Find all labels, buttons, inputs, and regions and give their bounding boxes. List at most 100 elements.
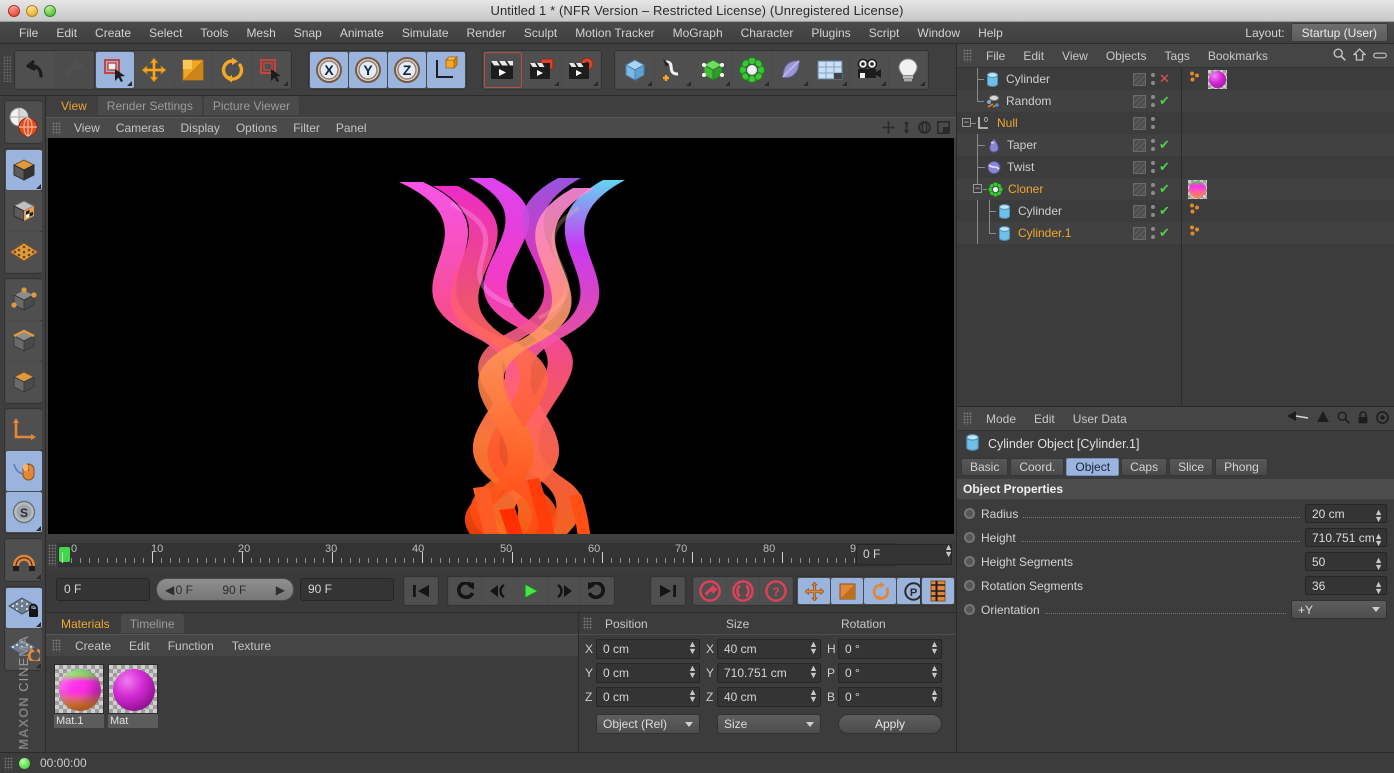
visibility-dots[interactable] [1150, 205, 1155, 217]
menu-item-motion-tracker[interactable]: Motion Tracker [566, 22, 663, 44]
viewport-menu-filter[interactable]: Filter [285, 121, 328, 135]
object-manager-grip[interactable] [963, 49, 972, 62]
tab-materials[interactable]: Materials [52, 614, 119, 633]
layout-selector[interactable]: Layout: Startup (User) [1245, 23, 1388, 42]
generator-icon[interactable] [694, 52, 732, 88]
status-grip[interactable] [4, 756, 13, 770]
menu-item-sculpt[interactable]: Sculpt [515, 22, 566, 44]
size-mode-dropdown[interactable]: Size [717, 714, 821, 734]
mograph-dots-tag[interactable] [1188, 224, 1204, 243]
visibility-dots[interactable] [1150, 73, 1155, 85]
enabled-marker[interactable]: ✔ [1159, 94, 1170, 107]
visibility-dots[interactable] [1150, 183, 1155, 195]
enabled-marker[interactable]: ✔ [1159, 138, 1170, 151]
material-gradient-tag[interactable] [1188, 179, 1207, 199]
home-icon[interactable] [1352, 48, 1367, 64]
minimize-button[interactable] [26, 5, 38, 17]
height-segments-spinner[interactable]: ▲ ▼ [1374, 556, 1383, 572]
apply-button[interactable]: Apply [838, 714, 942, 734]
edge-mode-icon[interactable] [6, 321, 42, 361]
live-selection-icon[interactable] [96, 52, 134, 88]
tab-picture-viewer[interactable]: Picture Viewer [203, 96, 300, 115]
attr-tab-coord[interactable]: Coord. [1010, 458, 1065, 476]
light-icon[interactable] [889, 52, 927, 88]
menu-item-simulate[interactable]: Simulate [393, 22, 458, 44]
object-label[interactable]: Null [997, 116, 1018, 130]
deformer-icon[interactable] [772, 52, 810, 88]
cylinder-object-icon[interactable] [998, 225, 1013, 241]
material-magenta-tag[interactable] [1208, 69, 1227, 89]
previous-key-icon[interactable] [449, 578, 481, 604]
om-menu-tags[interactable]: Tags [1156, 49, 1199, 63]
cylinder-object-icon[interactable] [998, 203, 1013, 219]
record-key-icon[interactable] [694, 578, 726, 604]
snap-s-icon[interactable]: S [6, 492, 42, 532]
menu-item-mesh[interactable]: Mesh [237, 22, 284, 44]
current-frame-spinner[interactable]: ▲ ▼ [944, 543, 953, 559]
null-object-icon[interactable]: 0 [977, 116, 992, 131]
menu-item-select[interactable]: Select [140, 22, 191, 44]
animate-toggle-icon[interactable] [964, 604, 975, 615]
3d-viewport[interactable] [48, 138, 954, 534]
scale-key-icon[interactable] [831, 578, 863, 604]
workplane-lock-icon[interactable] [6, 588, 42, 628]
rotation-segments-spinner[interactable]: ▲ ▼ [1374, 580, 1383, 596]
dolly-icon[interactable] [901, 121, 912, 137]
tab-render-settings[interactable]: Render Settings [97, 96, 202, 115]
toolbar-grip[interactable] [3, 56, 11, 82]
animate-toggle-icon[interactable] [964, 508, 975, 519]
position-y-field[interactable]: 0 cm [596, 663, 700, 683]
menu-item-mograph[interactable]: MoGraph [664, 22, 732, 44]
table-row[interactable]: Cylinder ✕ [957, 68, 1394, 90]
step-forward-icon[interactable] [548, 578, 580, 604]
viewport-menu-view[interactable]: View [66, 121, 108, 135]
forward-arrow-icon[interactable] [1316, 411, 1330, 427]
height-spinner[interactable]: ▲ ▼ [1374, 532, 1383, 548]
size-x-field[interactable]: 40 cm [717, 639, 821, 659]
timeline-grip[interactable] [48, 544, 56, 566]
material-item[interactable]: Mat.1 [54, 664, 104, 753]
position-z-field[interactable]: 0 cm [596, 687, 700, 707]
rotation-h-field[interactable]: 0 ° [838, 639, 942, 659]
orbit-icon[interactable] [918, 121, 931, 137]
visibility-dots[interactable] [1150, 139, 1155, 151]
enabled-marker[interactable]: ✔ [1159, 204, 1170, 217]
maximize-viewport-icon[interactable] [937, 121, 950, 137]
axis-mode-icon[interactable] [6, 410, 42, 450]
start-frame-field[interactable]: 0 F [56, 578, 150, 601]
preview-range-slider[interactable]: ◀ 0 F 90 F ▶ [156, 578, 294, 601]
menu-item-help[interactable]: Help [969, 22, 1012, 44]
object-label[interactable]: Random [1006, 94, 1051, 108]
rotation-p-spinner[interactable]: ▲ ▼ [930, 664, 954, 680]
materials-menu-function[interactable]: Function [159, 639, 223, 653]
materials-menu-edit[interactable]: Edit [120, 639, 159, 653]
x-axis-icon[interactable]: X [310, 52, 348, 88]
coordinates-grip[interactable] [583, 617, 592, 630]
menu-item-file[interactable]: File [10, 22, 47, 44]
tree-expander-minus[interactable]: − [962, 118, 971, 127]
visibility-editor-toggle[interactable] [1133, 204, 1146, 218]
timeline-ruler-icon[interactable] [922, 578, 954, 604]
undo-icon[interactable] [16, 52, 54, 88]
attr-tab-caps[interactable]: Caps [1121, 458, 1168, 476]
attribute-manager-grip[interactable] [963, 412, 972, 425]
lock-icon[interactable] [1357, 411, 1369, 427]
window-controls[interactable] [8, 5, 56, 17]
material-swatch[interactable] [54, 664, 104, 714]
size-z-field[interactable]: 40 cm [717, 687, 821, 707]
rotate-icon[interactable] [213, 52, 251, 88]
viewport-menu-cameras[interactable]: Cameras [108, 121, 173, 135]
play-icon[interactable] [515, 578, 547, 604]
render-settings-icon[interactable] [562, 52, 600, 88]
deactivated-marker[interactable]: ✕ [1159, 72, 1170, 85]
move-icon[interactable] [135, 52, 173, 88]
timeline-ruler[interactable]: 0 10 20 30 40 50 60 70 80 90 [58, 543, 896, 567]
menu-item-edit[interactable]: Edit [47, 22, 86, 44]
table-row[interactable]: Cylinder ✔ [957, 200, 1394, 222]
animate-toggle-icon[interactable] [964, 556, 975, 567]
link-icon[interactable] [1373, 49, 1387, 63]
keyframe-selection-icon[interactable]: ? [760, 578, 792, 604]
redo-icon[interactable] [55, 52, 93, 88]
workplane-mode-icon[interactable] [6, 232, 42, 272]
taper-deformer-icon[interactable] [987, 137, 1002, 153]
